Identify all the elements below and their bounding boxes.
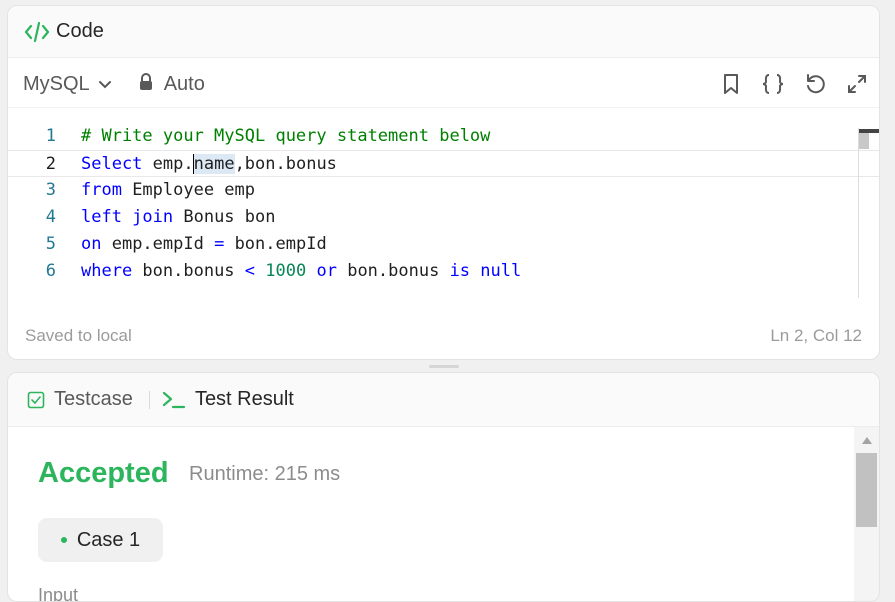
line-number: 6: [45, 261, 56, 281]
result-scrollbar-thumb[interactable]: [856, 453, 877, 527]
code-text: left join Bonus bon: [81, 204, 275, 231]
tab-testcase[interactable]: Testcase: [27, 388, 133, 411]
checkbox-icon: [27, 391, 45, 409]
code-token: <: [244, 261, 256, 281]
code-token: emp.: [142, 154, 194, 174]
code-token: # Write your MySQL query statement below: [81, 126, 491, 146]
code-token: bon.empId: [224, 234, 327, 254]
code-token: null: [480, 261, 522, 281]
tab-divider: [148, 390, 150, 409]
code-token: or: [316, 261, 337, 281]
input-label: Input: [38, 585, 79, 602]
panel-resize-handle[interactable]: [429, 365, 459, 368]
code-line[interactable]: 3 from Employee emp: [8, 177, 879, 204]
code-text: from Employee emp: [81, 177, 255, 204]
runtime-text: Runtime: 215 ms: [189, 463, 341, 485]
code-text: where bon.bonus < 1000 or bon.bonus is n…: [81, 258, 521, 285]
chevron-down-icon: [98, 73, 112, 96]
language-select[interactable]: MySQL: [23, 73, 112, 96]
editor-scroll-track: [858, 128, 859, 298]
cursor-position: Ln 2, Col 12: [770, 326, 862, 345]
terminal-icon: [162, 390, 186, 410]
code-token: Employee emp: [121, 180, 256, 200]
code-token: name: [193, 154, 235, 174]
line-number: 3: [45, 180, 56, 200]
scroll-up-arrow-icon[interactable]: [862, 437, 872, 444]
code-text: # Write your MySQL query statement below: [81, 123, 490, 150]
code-line[interactable]: 1 # Write your MySQL query statement belo…: [8, 123, 879, 150]
bookmark-icon[interactable]: [719, 72, 743, 96]
lock-icon: [138, 72, 154, 97]
code-text: Select emp.name,bon.bonus: [81, 151, 337, 178]
save-status: Saved to local: [25, 326, 132, 345]
language-label: MySQL: [23, 73, 90, 95]
code-token: on: [81, 234, 102, 254]
code-token: emp.empId: [101, 234, 215, 254]
code-token: Bonus bon: [173, 207, 276, 227]
result-status: Accepted: [38, 457, 169, 489]
tab-testcase-label: Testcase: [54, 388, 133, 410]
line-number: 4: [45, 207, 56, 227]
line-number: 5: [45, 234, 56, 254]
code-panel-title: Code: [56, 20, 104, 42]
line-number: 1: [45, 126, 56, 146]
result-panel: Testcase Test Result Accepted Runtime: 2…: [7, 372, 880, 602]
auto-mode-label: Auto: [163, 73, 205, 95]
code-token: left join: [81, 207, 174, 227]
code-line[interactable]: 5 on emp.empId = bon.empId: [8, 231, 879, 258]
code-panel-header: Code: [8, 6, 879, 58]
code-token: bon.bonus: [132, 261, 245, 281]
case-1-button[interactable]: Case 1: [38, 518, 163, 562]
code-token: bon.bonus: [336, 261, 450, 281]
code-icon: [24, 21, 50, 43]
code-token: is: [449, 261, 471, 281]
code-line[interactable]: 6 where bon.bonus < 1000 or bon.bonus is …: [8, 258, 879, 285]
editor-scrollbar-thumb[interactable]: [859, 133, 869, 149]
code-token: 1000: [265, 261, 307, 281]
tab-test-result-label: Test Result: [194, 388, 294, 410]
expand-icon[interactable]: [845, 72, 869, 96]
code-line[interactable]: 4 left join Bonus bon: [8, 204, 879, 231]
editor-toolbar: MySQL Auto: [8, 62, 879, 108]
code-token: from: [81, 180, 122, 200]
editor-actions: [719, 72, 869, 96]
tab-test-result[interactable]: Test Result: [162, 388, 294, 411]
code-line[interactable]: 2 Select emp.name,bon.bonus: [8, 150, 879, 177]
line-number: 2: [45, 154, 56, 174]
code-editor[interactable]: 1 # Write your MySQL query statement belo…: [8, 116, 879, 296]
case-label: Case 1: [76, 528, 141, 551]
code-panel: Code MySQL Auto 1 # Write your MySQL que…: [7, 5, 880, 360]
code-token: where: [81, 261, 133, 281]
reset-icon[interactable]: [803, 72, 827, 96]
code-token: ,bon.bonus: [234, 154, 337, 174]
result-tab-bar: Testcase Test Result: [8, 373, 879, 427]
format-braces-icon[interactable]: [761, 72, 785, 96]
auto-mode-toggle[interactable]: Auto: [138, 72, 205, 97]
case-status-dot: [60, 537, 67, 543]
code-text: on emp.empId = bon.empId: [81, 231, 327, 258]
code-token: =: [214, 234, 225, 254]
code-token: Select: [81, 154, 143, 174]
